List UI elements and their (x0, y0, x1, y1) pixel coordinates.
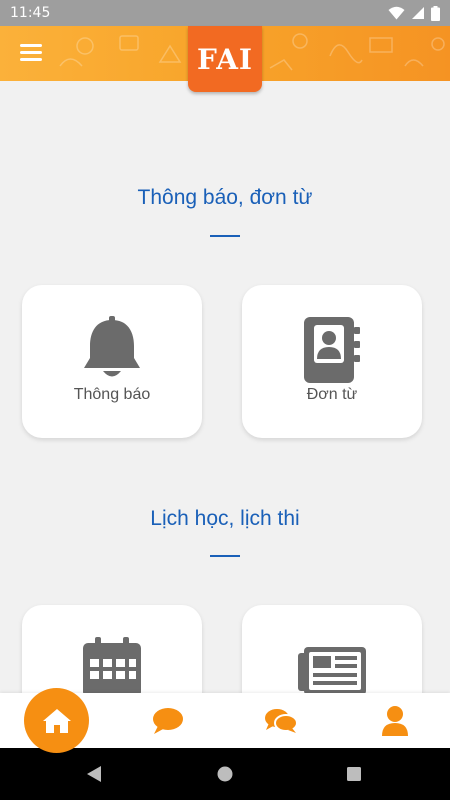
bell-icon (84, 316, 140, 377)
section-underline (210, 555, 240, 557)
user-profile-icon (382, 705, 408, 736)
calendar-icon (83, 637, 141, 697)
home-icon (42, 708, 71, 733)
app-logo: FAI (188, 26, 262, 92)
chat-bubble-icon (153, 707, 183, 734)
card-label: Thông báo (73, 386, 151, 403)
conversation-icon (265, 708, 298, 733)
nav-chat[interactable] (135, 693, 201, 748)
card-notifications[interactable]: Thông báo (22, 285, 202, 438)
recents-icon[interactable] (347, 767, 361, 781)
status-time: 11:45 (10, 5, 51, 21)
menu-button[interactable] (20, 44, 42, 62)
wifi-icon (388, 6, 405, 20)
card-label: Đơn từ (306, 386, 358, 403)
battery-icon (431, 5, 440, 21)
section-title-notifications: Thông báo, đơn từ (137, 186, 313, 209)
contact-book-icon (304, 317, 360, 383)
system-navigation-bar (0, 748, 450, 800)
status-bar: 11:45 (0, 0, 450, 26)
card-applications[interactable]: Đơn từ (242, 285, 422, 438)
nav-home-button[interactable] (24, 688, 89, 753)
newspaper-icon (298, 647, 366, 695)
section-title-schedule: Lịch học, lịch thi (150, 507, 300, 530)
nav-conversations[interactable] (248, 693, 314, 748)
signal-icon (412, 7, 424, 19)
back-icon[interactable] (86, 766, 102, 782)
status-icons (388, 5, 440, 21)
home-circle-icon[interactable] (217, 766, 233, 782)
section-underline (210, 235, 240, 237)
nav-profile[interactable] (362, 693, 428, 748)
